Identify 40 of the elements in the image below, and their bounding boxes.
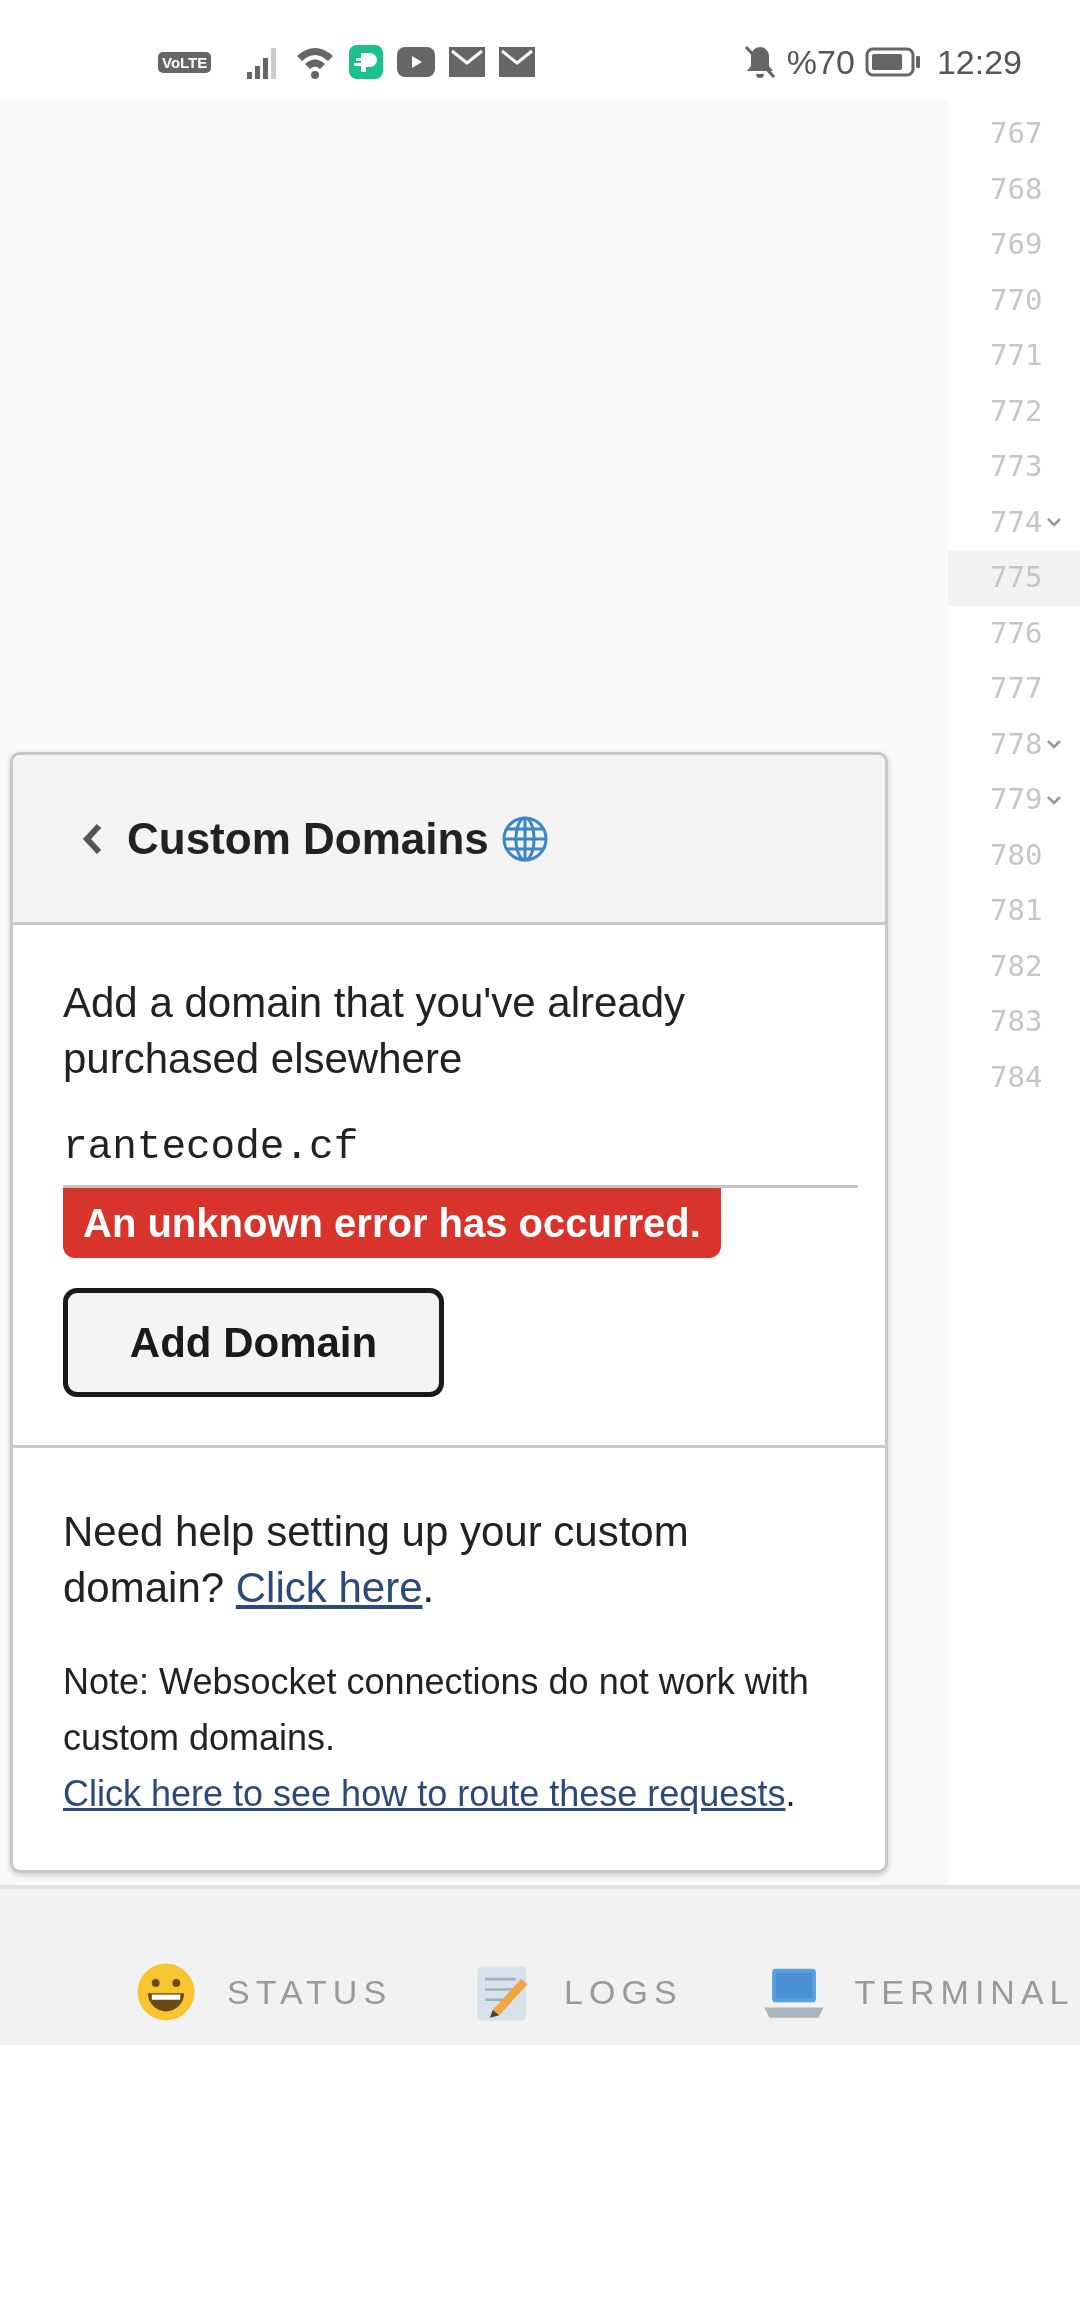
line-number: 783 — [990, 1003, 1043, 1040]
line-number: 777 — [990, 670, 1043, 707]
battery-percent: %70 — [786, 41, 855, 83]
fold-chevron-icon[interactable] — [1046, 739, 1063, 750]
smiley-icon — [135, 1961, 197, 2023]
bell-off-icon — [742, 44, 777, 80]
line-number: 781 — [990, 892, 1043, 929]
routing-link[interactable]: Click here to see how to route these requests — [63, 1772, 786, 1814]
globe-icon — [500, 814, 549, 863]
note-text: Note: Websocket connections do not work with custom domains. Click here to see how to route these requests. — [63, 1659, 810, 1816]
line-number: 769 — [990, 226, 1043, 263]
mail-icon — [449, 47, 486, 77]
fold-chevron-icon[interactable] — [1046, 517, 1063, 528]
dialog-title: Custom Domains — [127, 812, 489, 865]
clock-time: 12:29 — [936, 41, 1022, 83]
line-number: 782 — [990, 947, 1043, 985]
line-number: 778 — [990, 725, 1043, 763]
mail-icon — [499, 47, 536, 77]
line-number: 774 — [990, 503, 1043, 541]
error-message: An unknown error has occurred. — [63, 1187, 721, 1258]
add-domain-button[interactable]: Add Domain — [63, 1287, 444, 1397]
line-number: 767 — [990, 115, 1043, 152]
line-number: 784 — [990, 1058, 1043, 1096]
help-link[interactable]: Click here — [235, 1563, 423, 1611]
help-text: Need help setting up your custom domain? Click here. — [63, 1506, 690, 1613]
line-number: 780 — [990, 836, 1043, 874]
back-icon — [82, 821, 104, 856]
line-number: 768 — [990, 170, 1043, 208]
fold-chevron-icon[interactable] — [1046, 794, 1063, 805]
line-number: 771 — [990, 337, 1043, 374]
volte-badge: VoLTE — [158, 51, 212, 73]
line-number: 773 — [990, 448, 1043, 485]
play-icon — [397, 47, 436, 77]
line-number: 772 — [990, 392, 1043, 430]
battery-icon — [864, 47, 921, 77]
line-number: 776 — [990, 614, 1043, 652]
description-text: Add a domain that you've already purchased elsewhere — [63, 978, 687, 1084]
line-number: 779 — [990, 781, 1043, 818]
app-icon — [349, 45, 384, 79]
line-number: 770 — [990, 281, 1043, 319]
